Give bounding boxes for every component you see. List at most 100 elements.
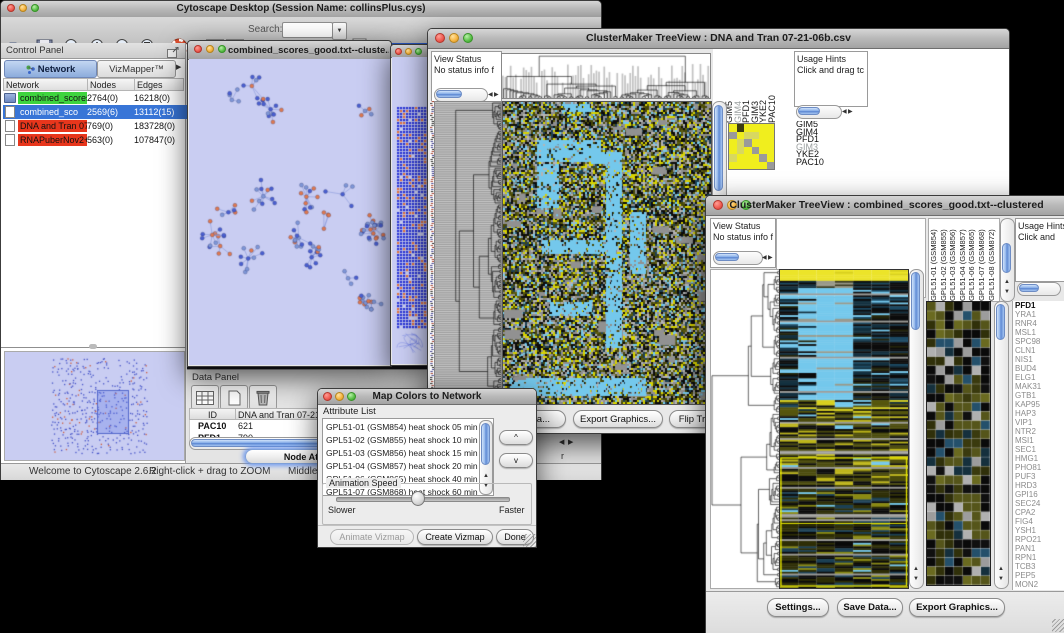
global-heatmap[interactable]: [779, 269, 909, 589]
gene-label: CPA2: [1015, 508, 1064, 517]
usage-hints-text: Click and drag tc: [795, 65, 867, 76]
minimize-icon[interactable]: [206, 45, 214, 53]
column-label: YKE2: [758, 59, 767, 123]
gene-label: NIS1: [1015, 355, 1064, 364]
save-data-button[interactable]: Save Data...: [837, 598, 903, 617]
matrix-cell: [744, 139, 752, 147]
attribute-list-item[interactable]: GPL51-02 (GSM855) heat shock 10 min: [326, 434, 476, 447]
matrix-cell: [729, 147, 737, 155]
network-table-row[interactable]: DNA and Tran 07 769(0) 183728(0): [3, 119, 188, 133]
zoom-window-icon[interactable]: [218, 45, 226, 53]
matrix-cell: [759, 162, 767, 170]
table-icon: [196, 391, 214, 405]
close-icon[interactable]: [194, 45, 202, 53]
matrix-cell: [737, 139, 745, 147]
move-down-button[interactable]: v: [499, 453, 533, 468]
network-canvas[interactable]: [189, 59, 390, 365]
export-graphics-button[interactable]: Export Graphics...: [909, 598, 1005, 617]
create-vizmap-button[interactable]: Create Vizmap: [417, 529, 493, 545]
gene-label: NTR2: [1015, 427, 1064, 436]
matrix-cell: [744, 124, 752, 132]
tab-network[interactable]: Network: [4, 60, 97, 78]
clipped-text-fragment: r: [561, 451, 564, 461]
search-input[interactable]: [282, 22, 333, 38]
matrix-cell: [752, 132, 760, 140]
network-table-row[interactable]: RNAPuberNov2+ 563(0) 107847(0): [3, 133, 188, 147]
birdseye-view[interactable]: [4, 351, 185, 461]
trash-icon: [256, 389, 270, 406]
delete-attribute-button[interactable]: [249, 385, 277, 410]
panel-divider-handle[interactable]: [89, 344, 97, 349]
view-status-hscrollbar[interactable]: [713, 251, 763, 265]
matrix-cell: [759, 124, 767, 132]
network-window-title: combined_scores_good.txt--cluste...: [228, 45, 389, 56]
matrix-cell: [737, 154, 745, 162]
settings-button[interactable]: Settings...: [767, 598, 829, 617]
view-status-hscrollbar[interactable]: [434, 88, 488, 102]
grid-network-canvas[interactable]: [392, 57, 432, 364]
matrix-cell: [767, 132, 775, 140]
column-labels-vscrollbar[interactable]: ▲▼: [1000, 218, 1015, 302]
tab-vizmapper[interactable]: VizMapper™: [97, 60, 176, 78]
gene-label: MSI1: [1015, 436, 1064, 445]
window-controls[interactable]: [194, 45, 226, 53]
animate-vizmap-button[interactable]: Animate Vizmap: [330, 529, 414, 545]
data-panel-scroll-right-icon[interactable]: ▶: [568, 440, 573, 446]
gene-dendrogram[interactable]: [434, 101, 502, 405]
zoom-matrix-heatmap[interactable]: [728, 123, 775, 170]
column-label: GPL51-08 (GSM872): [987, 219, 997, 301]
search-dropdown-button[interactable]: ▼: [332, 22, 347, 40]
attribute-list-item[interactable]: GPL51-01 (GSM854) heat shock 05 min: [326, 421, 476, 434]
gene-label: PAN1: [1015, 544, 1064, 553]
network-table-row[interactable]: combined_sco 2569(6) 13112(15): [3, 105, 188, 119]
view-status-title: View Status: [711, 219, 775, 232]
gene-dendrogram[interactable]: [710, 269, 780, 589]
matrix-cell: [729, 132, 737, 140]
matrix-cell: [752, 162, 760, 170]
status-hint-zoom: Right-click + drag to ZOOM: [149, 466, 270, 477]
resize-grip[interactable]: [523, 534, 536, 547]
zoom-heatmap[interactable]: [926, 301, 991, 586]
gene-list-vscrollbar[interactable]: ▲▼: [994, 301, 1009, 589]
animation-speed-group: [322, 483, 532, 525]
data-panel-scroll-left-icon[interactable]: ◀: [559, 440, 564, 446]
new-attribute-button[interactable]: [220, 385, 248, 410]
matrix-cell: [767, 154, 775, 162]
column-label: GPL51-07 (GSM868): [977, 219, 987, 301]
network-table-row[interactable]: combined_scores 2764(0) 16218(0): [3, 91, 188, 105]
matrix-cell: [744, 154, 752, 162]
column-label: PAC10: [767, 59, 776, 123]
matrix-cell: [744, 132, 752, 140]
move-up-button[interactable]: ^: [499, 430, 533, 445]
view-status-panel: View Status No status info f ◀▶: [431, 51, 502, 105]
close-icon[interactable]: [395, 48, 402, 55]
zoom-window-icon[interactable]: [415, 48, 422, 55]
minimize-icon[interactable]: [405, 48, 412, 55]
matrix-cell: [729, 139, 737, 147]
usage-hints-hscrollbar[interactable]: [1017, 282, 1061, 296]
gene-label: PEP5: [1015, 571, 1064, 580]
gene-list: PFD1YRA1RNR4MSL1SPC98CLN1NIS1BUD4ELG1MAK…: [1012, 301, 1064, 590]
zoom-gene-list: GIM5GIM4PFD1GIM3YKE2PAC10: [796, 121, 856, 169]
network-table: combined_scores 2764(0) 16218(0) combine…: [1, 91, 186, 147]
search-label: Search:: [248, 24, 282, 35]
network-tab-icon: [26, 65, 35, 74]
resize-grip[interactable]: [1052, 619, 1064, 632]
gene-label: CLN1: [1015, 346, 1064, 355]
gene-label: PHO81: [1015, 463, 1064, 472]
column-dendrogram[interactable]: [501, 53, 711, 99]
export-graphics-button[interactable]: Export Graphics...: [573, 410, 663, 428]
usage-hints-title: Usage Hints: [795, 52, 867, 65]
heatmap-vscrollbar[interactable]: ▲▼: [909, 269, 924, 589]
main-titlebar[interactable]: Cytoscape Desktop (Session Name: collins…: [1, 1, 601, 18]
column-label: GPL51-03 (GSM856): [948, 219, 958, 301]
global-heatmap[interactable]: [502, 101, 712, 405]
column-label: GIM4: [733, 59, 742, 123]
table-mode-button[interactable]: [191, 385, 219, 410]
animation-slider-thumb[interactable]: [411, 491, 425, 506]
gene-label: YRA1: [1015, 310, 1064, 319]
attribute-list-item[interactable]: GPL51-03 (GSM856) heat shock 15 min: [326, 447, 476, 460]
tab-overflow-button[interactable]: ▶: [176, 60, 184, 76]
attribute-list-item[interactable]: GPL51-04 (GSM857) heat shock 20 min: [326, 460, 476, 473]
usage-hints-hscrollbar[interactable]: [796, 105, 842, 119]
